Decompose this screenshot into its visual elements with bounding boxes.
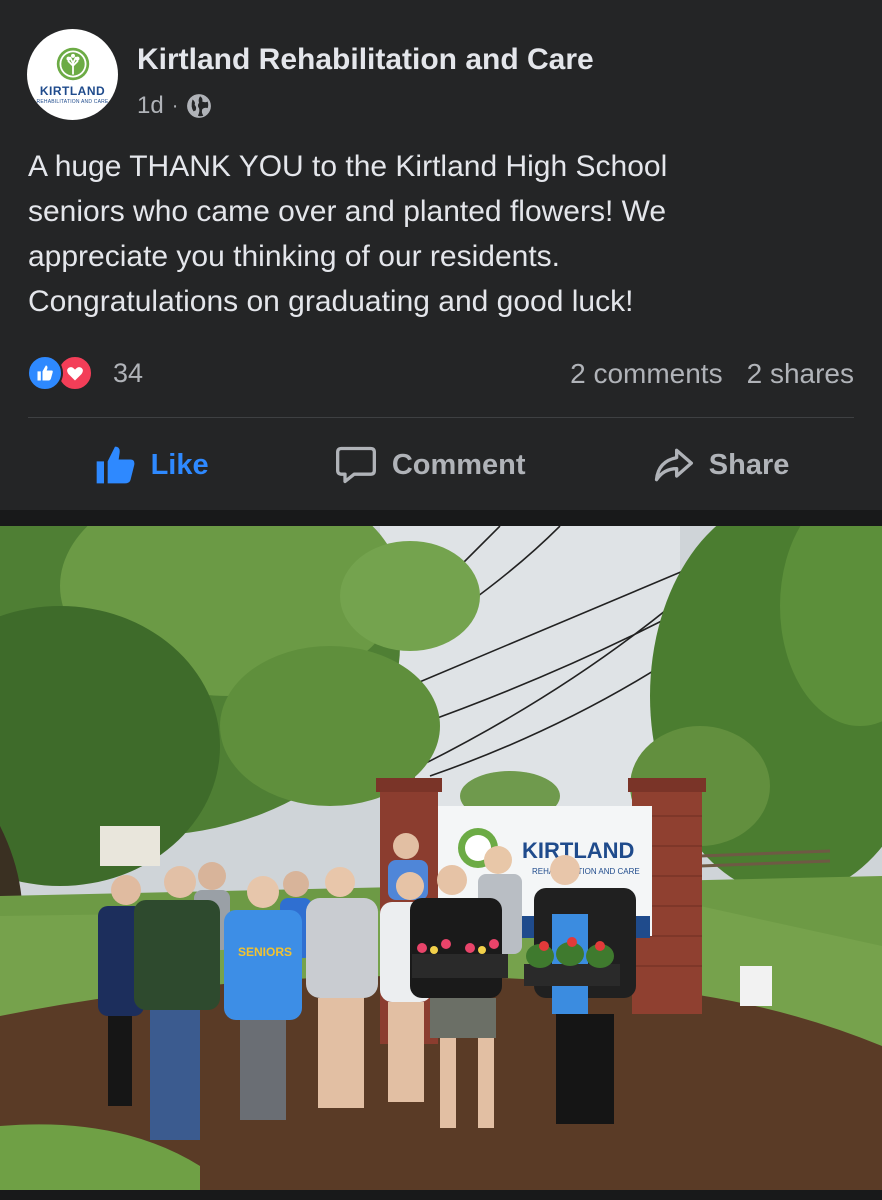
post-time[interactable]: 1d: [137, 92, 164, 120]
post-card: KIRTLAND REHABILITATION AND CARE Kirtlan…: [0, 0, 882, 510]
comments-count-link[interactable]: 2 comments: [570, 358, 723, 390]
like-button[interactable]: Like: [93, 443, 209, 487]
post-text-line: seniors who came over and planted flower…: [28, 195, 667, 228]
reaction-count: 34: [113, 357, 144, 388]
sign-text: KIRTLAND: [522, 838, 634, 863]
divider: [28, 417, 854, 418]
reactions-summary[interactable]: 34: [27, 355, 143, 391]
post-text-line: appreciate you thinking of our residents…: [28, 240, 560, 273]
page-name[interactable]: Kirtland Rehabilitation and Care: [137, 43, 594, 77]
share-arrow-icon: [654, 448, 693, 482]
post-text-line: A huge THANK YOU to the Kirtland High Sc…: [28, 150, 668, 183]
comment-label: Comment: [391, 448, 526, 481]
thumbs-up-icon: [96, 446, 134, 484]
action-bar: Like Comment Share: [0, 438, 882, 492]
share-label: Share: [708, 448, 790, 481]
engagement-counts: 2 comments 2 shares: [570, 356, 854, 392]
comment-icon: [335, 446, 376, 484]
group-photo-illustration: KIRTLAND REHABILITATION AND CARE d SENIO…: [0, 526, 882, 1190]
like-reaction-icon: [27, 355, 63, 391]
sign-subtitle: REHABILITATION AND CARE: [532, 867, 640, 876]
logo-subtitle: REHABILITATION AND CARE: [36, 99, 109, 105]
like-label: Like: [150, 448, 209, 481]
post-meta: 1d ·: [137, 91, 212, 121]
meta-separator: ·: [171, 94, 179, 117]
globe-icon: [187, 94, 212, 118]
shirt-text: SENIORS: [238, 945, 292, 959]
tree-logo-icon: [56, 47, 89, 81]
comment-button[interactable]: Comment: [334, 443, 526, 487]
post-text: A huge THANK YOU to the Kirtland High Sc…: [28, 144, 858, 324]
post-text-line: Congratulations on graduating and good l…: [28, 285, 634, 318]
share-button[interactable]: Share: [651, 443, 790, 487]
page-avatar[interactable]: KIRTLAND REHABILITATION AND CARE: [27, 29, 118, 120]
shares-count-link[interactable]: 2 shares: [747, 358, 854, 390]
logo-name: KIRTLAND: [39, 84, 106, 98]
post-photo[interactable]: KIRTLAND REHABILITATION AND CARE d SENIO…: [0, 526, 882, 1190]
